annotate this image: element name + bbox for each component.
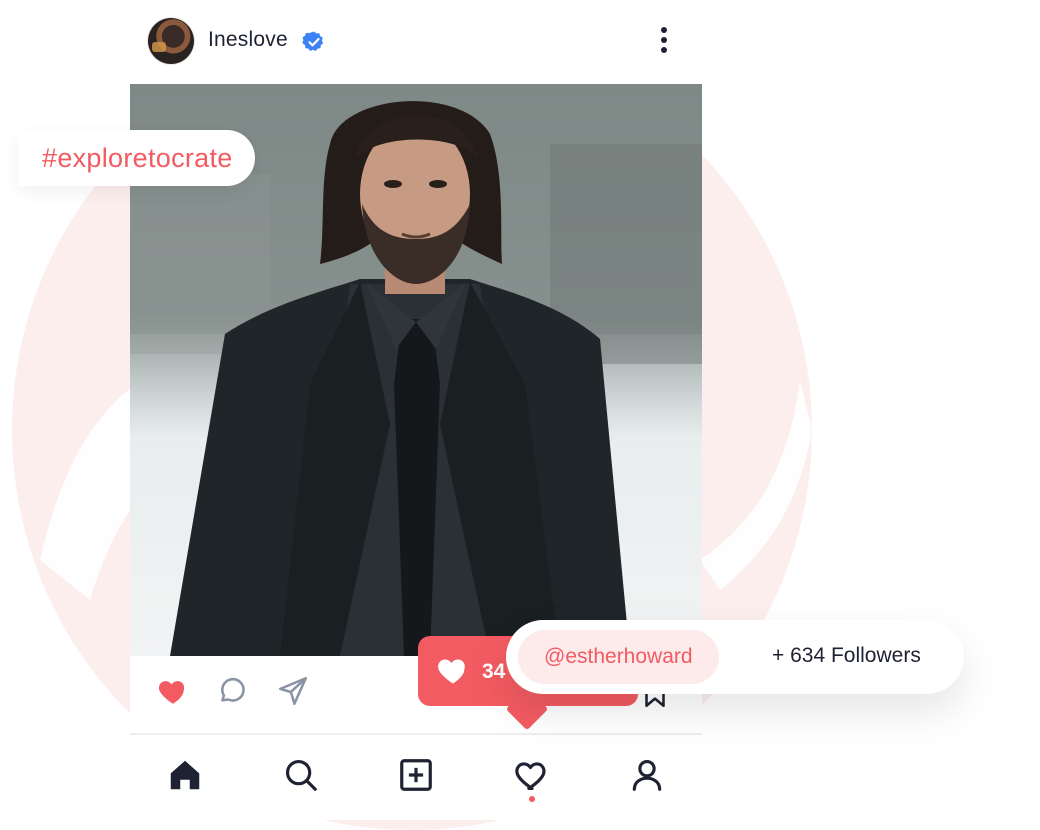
search-icon[interactable]: [282, 756, 320, 794]
follow-card: @estherhoward + 634 Followers: [506, 620, 964, 694]
username[interactable]: Ineslove: [208, 28, 288, 52]
heart-outline-icon[interactable]: [513, 756, 551, 794]
more-options-icon[interactable]: [654, 24, 674, 60]
heart-filled-icon[interactable]: [156, 674, 190, 708]
comment-bubble-icon[interactable]: [216, 674, 250, 708]
home-icon[interactable]: [166, 756, 204, 794]
verified-badge-icon: [302, 31, 324, 51]
post-header: Ineslove: [130, 0, 702, 84]
like-count: 34: [482, 660, 506, 683]
plus-square-icon[interactable]: [397, 756, 435, 794]
user-handle[interactable]: @estherhoward: [518, 630, 719, 684]
paper-plane-icon[interactable]: [276, 674, 310, 708]
user-icon[interactable]: [628, 756, 666, 794]
activity-indicator-dot: [529, 796, 535, 802]
bottom-nav: [130, 740, 702, 820]
heart-icon: [438, 659, 465, 684]
divider: [130, 733, 702, 735]
followers-count: + 634 Followers: [772, 644, 921, 667]
avatar[interactable]: [148, 18, 194, 64]
hashtag-badge[interactable]: #exploretocrate: [18, 130, 255, 186]
